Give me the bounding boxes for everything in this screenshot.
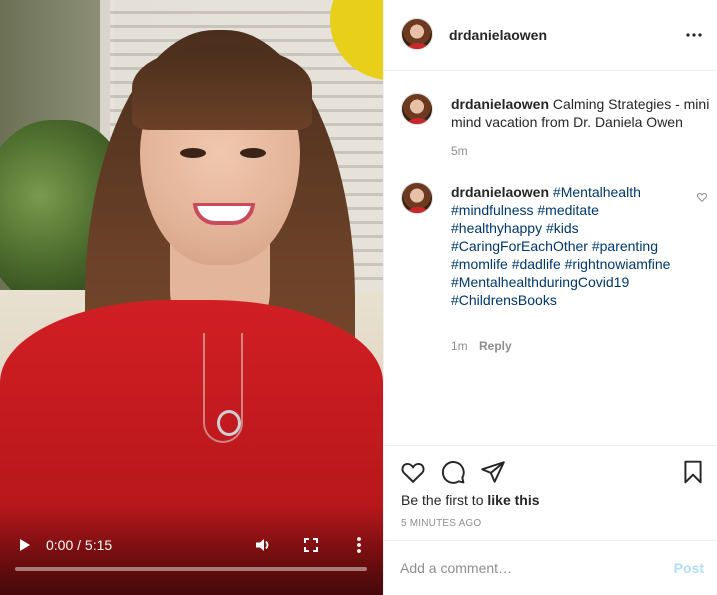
- add-comment-bar: Post: [384, 540, 717, 595]
- hashtag-link[interactable]: #healthyhappy: [451, 220, 542, 236]
- hashtag-link[interactable]: #rightnowiamfine: [565, 256, 671, 272]
- comment-icon[interactable]: [440, 459, 466, 485]
- post-actions: Be the first to like this 5 MINUTES AGO: [384, 445, 717, 540]
- like-this-link[interactable]: like this: [487, 492, 539, 508]
- speaker-bangs: [132, 45, 312, 130]
- avatar[interactable]: [401, 182, 433, 214]
- speaker-eye-right: [240, 148, 266, 158]
- post-timestamp[interactable]: 5 MINUTES AGO: [401, 518, 481, 529]
- post-comment-button[interactable]: Post: [674, 560, 704, 576]
- bookmark-icon[interactable]: [680, 459, 706, 485]
- fullscreen-icon[interactable]: [301, 535, 321, 555]
- hashtag-link[interactable]: #dadlife: [512, 256, 561, 272]
- share-icon[interactable]: [480, 459, 506, 485]
- avatar[interactable]: [401, 18, 433, 50]
- more-horizontal-icon[interactable]: [684, 25, 704, 45]
- avatar[interactable]: [401, 93, 433, 125]
- play-icon[interactable]: [14, 535, 34, 555]
- heart-icon[interactable]: [400, 459, 426, 485]
- necklace-pendant: [217, 410, 241, 436]
- comment-timestamp[interactable]: 1m: [451, 339, 468, 353]
- comment-input[interactable]: [400, 556, 650, 580]
- video-progress-bar[interactable]: [15, 567, 367, 571]
- comment-text: drdanielaowen #Mentalhealth #mindfulness…: [451, 183, 681, 309]
- comment-username[interactable]: drdanielaowen: [451, 184, 549, 200]
- caption-timestamp[interactable]: 5m: [451, 144, 468, 158]
- comment-like-heart-icon[interactable]: [696, 191, 708, 203]
- video-controls: 0:00 / 5:15: [0, 535, 383, 595]
- hashtag-link[interactable]: #CaringForEachOther: [451, 238, 588, 254]
- hashtag-link[interactable]: #meditate: [537, 202, 598, 218]
- hashtag-link[interactable]: #parenting: [592, 238, 658, 254]
- hashtag-link[interactable]: #mindfulness: [451, 202, 534, 218]
- likes-summary: Be the first to like this: [401, 492, 540, 508]
- caption-username[interactable]: drdanielaowen: [451, 96, 549, 112]
- video-time-display: 0:00 / 5:15: [46, 537, 113, 553]
- hashtag-link[interactable]: #kids: [546, 220, 579, 236]
- reply-button[interactable]: Reply: [479, 339, 512, 353]
- video-player[interactable]: 0:00 / 5:15: [0, 0, 383, 595]
- speaker-eye-left: [180, 148, 206, 158]
- hashtag-link[interactable]: #momlife: [451, 256, 508, 272]
- caption-text: drdanielaowen Calming Strategies - mini …: [451, 95, 713, 131]
- hashtag-link[interactable]: #ChildrensBooks: [451, 292, 557, 308]
- likes-prefix: Be the first to: [401, 492, 488, 508]
- post-header: drdanielaowen: [384, 0, 717, 71]
- header-username[interactable]: drdanielaowen: [449, 27, 547, 43]
- comment-meta: 1m Reply: [451, 339, 512, 353]
- more-vertical-icon[interactable]: [349, 535, 369, 555]
- volume-icon[interactable]: [253, 535, 273, 555]
- hashtag-link[interactable]: #Mentalhealth: [553, 184, 641, 200]
- post-side-panel: drdanielaowen drdanielaowen Calming Stra…: [383, 0, 717, 595]
- hashtag-link[interactable]: #MentalhealthduringCovid19: [451, 274, 629, 290]
